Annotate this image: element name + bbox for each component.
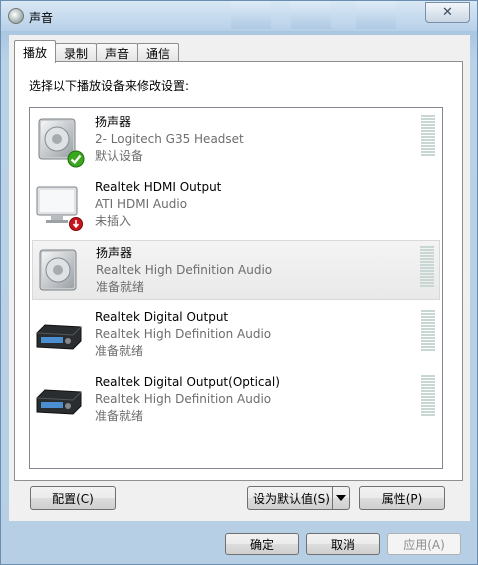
- device-text: Realtek Digital Output Realtek High Defi…: [95, 309, 271, 360]
- device-name: 扬声器: [95, 115, 132, 129]
- volume-meter: [421, 310, 435, 354]
- receiver-icon: [36, 389, 82, 415]
- unplugged-icon: [69, 217, 83, 231]
- device-name: 扬声器: [96, 246, 133, 260]
- title-bar[interactable]: 声音 ✕: [1, 1, 477, 31]
- sound-icon: [8, 8, 24, 24]
- device-status: 准备就绪: [96, 280, 145, 294]
- receiver-icon: [36, 324, 82, 350]
- device-description: Realtek High Definition Audio: [95, 327, 272, 341]
- window-title: 声音: [29, 11, 54, 25]
- tab-communications[interactable]: 通信: [137, 43, 180, 62]
- set-default-button[interactable]: 设为默认值(S): [247, 486, 350, 510]
- background-tile: [291, 1, 331, 29]
- tab-strip: 播放 录制 声音 通信: [14, 40, 180, 63]
- properties-button[interactable]: 属性(P): [359, 486, 445, 510]
- device-status: 默认设备: [95, 149, 144, 163]
- chevron-down-icon: [336, 495, 346, 501]
- volume-meter: [421, 115, 435, 159]
- close-icon: ✕: [442, 5, 453, 20]
- sound-dialog: 声音 ✕ 播放 录制 声音 通信 选择以下播放设备来修改设置: 扬声器 2- L…: [0, 0, 478, 565]
- device-description: Realtek High Definition Audio: [96, 263, 273, 277]
- device-description: Realtek High Definition Audio: [95, 392, 272, 406]
- device-name: Realtek Digital Output: [95, 310, 229, 324]
- device-status: 未插入: [95, 214, 132, 228]
- default-check-icon: [67, 150, 85, 168]
- device-description: 2- Logitech G35 Headset: [95, 132, 244, 146]
- instruction-text: 选择以下播放设备来修改设置:: [29, 79, 190, 93]
- list-item[interactable]: 扬声器 2- Logitech G35 Headset 默认设备: [32, 110, 440, 170]
- device-text: Realtek Digital Output(Optical) Realtek …: [95, 374, 280, 425]
- device-text: Realtek HDMI Output ATI HDMI Audio 未插入: [95, 179, 221, 230]
- tab-sounds[interactable]: 声音: [96, 43, 139, 62]
- tab-playback[interactable]: 播放: [14, 40, 57, 63]
- list-item[interactable]: Realtek Digital Output Realtek High Defi…: [32, 305, 440, 365]
- list-item[interactable]: Realtek HDMI Output ATI HDMI Audio 未插入: [32, 175, 440, 235]
- set-default-label: 设为默认值(S): [253, 491, 330, 506]
- close-button[interactable]: ✕: [425, 2, 470, 23]
- volume-meter: [421, 375, 435, 419]
- device-text: 扬声器 Realtek High Definition Audio 准备就绪: [96, 245, 272, 296]
- configure-button[interactable]: 配置(C): [30, 486, 116, 510]
- volume-meter: [420, 246, 434, 290]
- device-name: Realtek Digital Output(Optical): [95, 375, 280, 389]
- set-default-dropdown[interactable]: [332, 487, 349, 509]
- apply-button[interactable]: 应用(A): [387, 533, 461, 555]
- tab-recording[interactable]: 录制: [55, 43, 98, 62]
- device-name: Realtek HDMI Output: [95, 180, 222, 194]
- background-tile: [356, 1, 396, 29]
- device-description: ATI HDMI Audio: [95, 197, 188, 211]
- device-status: 准备就绪: [95, 344, 144, 358]
- device-text: 扬声器 2- Logitech G35 Headset 默认设备: [95, 114, 244, 165]
- list-item[interactable]: Realtek Digital Output(Optical) Realtek …: [32, 370, 440, 430]
- ok-button[interactable]: 确定: [225, 533, 299, 555]
- device-status: 准备就绪: [95, 409, 144, 423]
- list-item[interactable]: 扬声器 Realtek High Definition Audio 准备就绪: [32, 240, 440, 300]
- background-tile: [231, 1, 271, 29]
- dialog-body: 播放 录制 声音 通信 选择以下播放设备来修改设置: 扬声器 2- Logite…: [9, 35, 470, 521]
- device-list[interactable]: 扬声器 2- Logitech G35 Headset 默认设备 Realtek…: [29, 107, 443, 469]
- speaker-icon: [39, 249, 77, 291]
- cancel-button[interactable]: 取消: [306, 533, 380, 555]
- playback-panel: 选择以下播放设备来修改设置: 扬声器 2- Logitech G35 Heads…: [14, 61, 463, 481]
